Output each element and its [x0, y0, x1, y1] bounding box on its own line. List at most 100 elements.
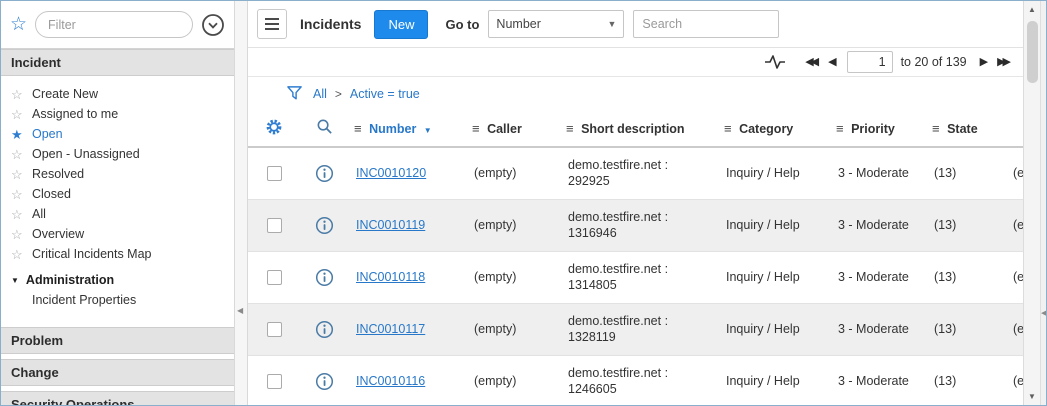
sidebar-item-overview[interactable]: ☆ Overview [1, 224, 234, 244]
sidebar-item-open-unassigned[interactable]: ☆ Open - Unassigned [1, 144, 234, 164]
column-menu-icon[interactable]: ≡ [932, 121, 940, 136]
favorites-star-icon[interactable]: ☆ [10, 15, 27, 34]
scrollbar-thumb[interactable] [1027, 21, 1038, 83]
sidebar-group-administration[interactable]: ▼ Administration [1, 268, 234, 290]
star-icon[interactable]: ☆ [11, 148, 25, 161]
row-checkbox[interactable] [267, 322, 282, 337]
sidebar-section-security-operations[interactable]: Security Operations [1, 391, 234, 405]
caller-cell: (empty) [466, 251, 560, 303]
state-cell: (13) [926, 199, 1005, 251]
list-vertical-scrollbar[interactable]: ▲ ▼ [1023, 1, 1040, 405]
sidebar-group-label: Administration [26, 273, 114, 287]
clipped-cell: (empty) [1005, 199, 1023, 251]
state-cell: (13) [926, 251, 1005, 303]
scroll-up-icon[interactable]: ▲ [1024, 1, 1041, 18]
record-preview-info-icon[interactable] [315, 372, 334, 391]
column-menu-icon[interactable]: ≡ [724, 121, 732, 136]
incident-number-link[interactable]: INC0010116 [356, 374, 425, 388]
incident-number-link[interactable]: INC0010119 [356, 218, 425, 232]
star-icon[interactable]: ☆ [11, 88, 25, 101]
sidebar-item-critical-incidents-map[interactable]: ☆ Critical Incidents Map [1, 244, 234, 264]
column-search-icon[interactable] [316, 124, 333, 138]
sidebar-section-change[interactable]: Change [1, 359, 234, 386]
table-row: INC0010116 (empty) demo.testfire.net : 1… [248, 355, 1023, 405]
incident-number-link[interactable]: INC0010118 [356, 270, 425, 284]
incident-list-pane: Incidents New Go to Number ▼ ◀◀ ◀ to 20 … [248, 1, 1023, 405]
star-icon[interactable]: ☆ [11, 168, 25, 181]
sidebar-section-problem[interactable]: Problem [1, 327, 234, 354]
right-pane-collapse-handle[interactable]: ◀ [1040, 1, 1046, 405]
app-window: ☆ Incident ☆ Create New ☆ Assigned to me… [0, 0, 1047, 406]
priority-cell: 3 - Moderate [830, 199, 926, 251]
column-header-priority[interactable]: ≡ Priority [830, 110, 926, 147]
column-header-state[interactable]: ≡ State [926, 110, 1005, 147]
record-preview-info-icon[interactable] [315, 216, 334, 235]
row-checkbox[interactable] [267, 374, 282, 389]
new-button[interactable]: New [374, 10, 428, 39]
sidebar-item-label: Create New [32, 87, 98, 101]
row-checkbox[interactable] [267, 166, 282, 181]
table-row: INC0010117 (empty) demo.testfire.net : 1… [248, 303, 1023, 355]
column-header-clipped[interactable] [1005, 110, 1023, 147]
pulse-icon [764, 53, 786, 71]
star-icon[interactable]: ☆ [11, 108, 25, 121]
column-header-number[interactable]: ≡ Number ▼ [348, 110, 466, 147]
sidebar-item-incident-properties[interactable]: Incident Properties [1, 290, 234, 311]
navigator-collapse-icon[interactable] [201, 13, 225, 37]
table-row: INC0010119 (empty) demo.testfire.net : 1… [248, 199, 1023, 251]
sidebar-item-create-new[interactable]: ☆ Create New [1, 84, 234, 104]
breadcrumb-all-link[interactable]: All [313, 87, 327, 101]
sidebar-item-open[interactable]: ★ Open [1, 124, 234, 144]
clipped-cell: (empty) [1005, 355, 1023, 405]
star-icon[interactable]: ☆ [11, 248, 25, 261]
row-checkbox[interactable] [267, 270, 282, 285]
previous-page-button[interactable]: ◀ [826, 57, 838, 68]
sidebar-item-label: Assigned to me [32, 107, 118, 121]
goto-search-input[interactable] [633, 10, 779, 38]
goto-field-select[interactable]: Number ▼ [488, 10, 624, 38]
column-header-short-description[interactable]: ≡ Short description [560, 110, 718, 147]
star-icon[interactable]: ☆ [11, 188, 25, 201]
record-preview-info-icon[interactable] [315, 268, 334, 287]
column-header-caller[interactable]: ≡ Caller [466, 110, 560, 147]
star-icon[interactable]: ☆ [11, 228, 25, 241]
sidebar-item-closed[interactable]: ☆ Closed [1, 184, 234, 204]
navigator-collapse-handle[interactable]: ◀ [234, 1, 248, 405]
sidebar-item-label: All [32, 207, 46, 221]
chevron-down-icon: ▼ [11, 276, 19, 285]
navigator-filter-input[interactable] [35, 11, 193, 38]
sidebar-section-incident[interactable]: Incident [1, 49, 234, 76]
column-menu-icon[interactable]: ≡ [836, 121, 844, 136]
breadcrumb-active-filter-link[interactable]: Active = true [350, 87, 420, 101]
sidebar-item-all[interactable]: ☆ All [1, 204, 234, 224]
page-title: Incidents [300, 16, 361, 32]
column-menu-icon[interactable]: ≡ [566, 121, 574, 136]
breadcrumb-separator: > [335, 87, 342, 101]
list-context-menu-icon[interactable] [257, 9, 287, 39]
state-cell: (13) [926, 355, 1005, 405]
star-icon[interactable]: ☆ [11, 208, 25, 221]
record-preview-info-icon[interactable] [315, 320, 334, 339]
column-header-category[interactable]: ≡ Category [718, 110, 830, 147]
activity-stream-icon[interactable] [764, 53, 786, 71]
record-preview-info-icon[interactable] [315, 164, 334, 183]
last-page-button[interactable]: ▶▶ [995, 57, 1013, 68]
next-page-button[interactable]: ▶ [978, 57, 990, 68]
scroll-down-icon[interactable]: ▼ [1024, 388, 1041, 405]
list-settings-gear-icon[interactable] [265, 125, 283, 139]
page-number-input[interactable] [847, 51, 893, 73]
column-menu-icon[interactable]: ≡ [354, 121, 362, 136]
first-page-button[interactable]: ◀◀ [803, 57, 821, 68]
row-checkbox[interactable] [267, 218, 282, 233]
column-menu-icon[interactable]: ≡ [472, 121, 480, 136]
pagination-bar: ◀◀ ◀ to 20 of 139 ▶ ▶▶ [248, 48, 1023, 77]
state-cell: (13) [926, 147, 1005, 199]
star-filled-icon[interactable]: ★ [11, 128, 25, 141]
filter-funnel-icon[interactable] [286, 85, 303, 102]
sidebar-item-resolved[interactable]: ☆ Resolved [1, 164, 234, 184]
sidebar-item-assigned-to-me[interactable]: ☆ Assigned to me [1, 104, 234, 124]
sidebar-item-label: Open [32, 127, 63, 141]
row-range-label: to 20 of 139 [901, 55, 967, 69]
incident-number-link[interactable]: INC0010120 [356, 166, 426, 180]
incident-number-link[interactable]: INC0010117 [356, 322, 425, 336]
